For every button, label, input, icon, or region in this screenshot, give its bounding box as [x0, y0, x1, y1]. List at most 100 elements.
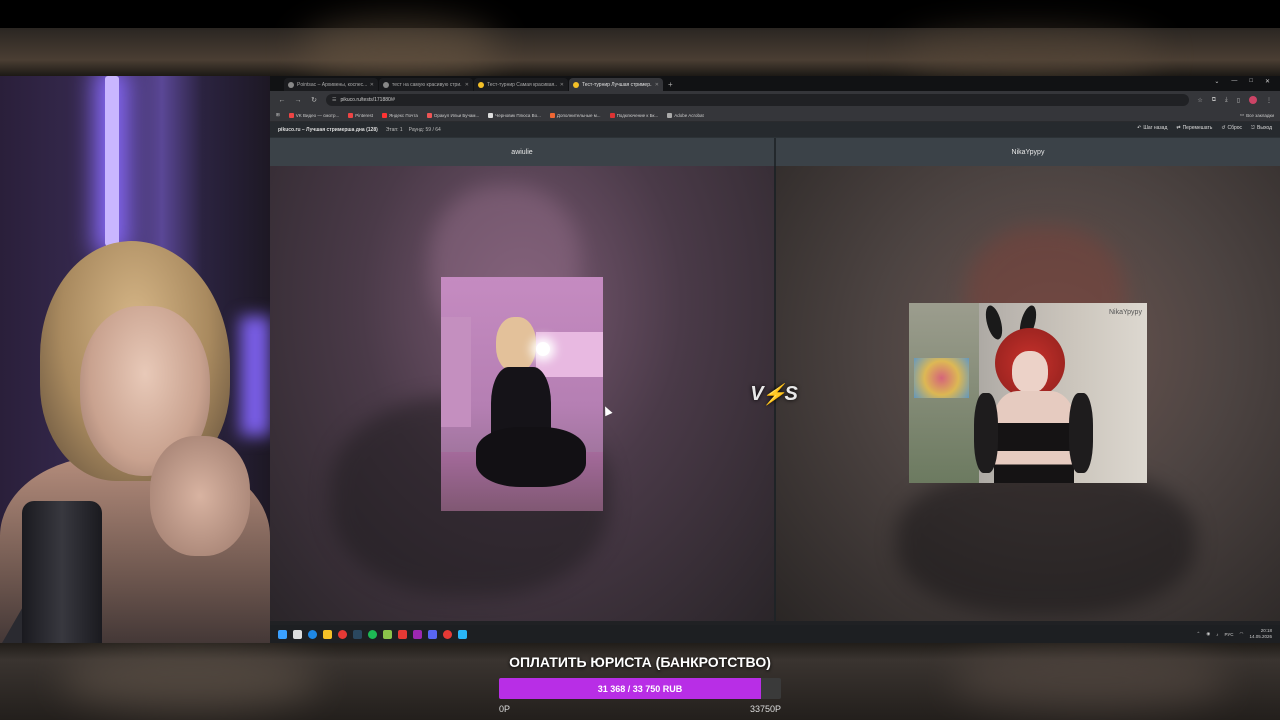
left-contestant-photo[interactable]: [441, 277, 603, 511]
edge-icon[interactable]: [308, 629, 317, 639]
left-choice-panel[interactable]: [270, 166, 776, 621]
tab-label: Тест-турнир Самая красивая...: [487, 81, 557, 88]
new-tab-button[interactable]: +: [668, 78, 673, 91]
close-icon[interactable]: ✕: [370, 82, 374, 88]
bookmark-item[interactable]: Оракул Ильи Бучам...: [426, 112, 480, 118]
exit-button[interactable]: ⎋ Выход: [1251, 125, 1272, 131]
mouse-cursor: [601, 404, 613, 417]
menu-icon[interactable]: ⋮: [1266, 97, 1272, 104]
network-icon[interactable]: ◉: [1206, 631, 1210, 637]
window-controls: ⌄ — □ ✕: [1214, 78, 1270, 85]
address-bar: ← → ↻ ☰ pikuco.ru/tests/171880/# ☆ ⧉ ⤓ ▯…: [270, 91, 1280, 109]
download-icon[interactable]: ⤓: [1225, 97, 1228, 104]
site-actions: ↶ Шаг назад ⇄ Перемешать ↺ Сброс ⎋ Выход: [1137, 125, 1272, 131]
bookmarks-bar: ⊞ VK Видео — смотр... Pinterest Яндекс П…: [270, 109, 1280, 122]
windows-start-icon[interactable]: [278, 629, 287, 639]
folder-icon[interactable]: [323, 629, 332, 639]
bookmark-item[interactable]: Adobe Acrobat: [667, 112, 704, 118]
minimize-icon[interactable]: —: [1231, 78, 1237, 85]
star-icon[interactable]: ☆: [1197, 97, 1202, 104]
spotify-icon[interactable]: [368, 629, 377, 639]
close-icon[interactable]: ✕: [560, 82, 564, 88]
close-icon[interactable]: ✕: [655, 82, 659, 88]
browser-window: Pointsac – Архивены, коспес... ✕ тест на …: [270, 76, 1280, 643]
led-light: [105, 76, 119, 246]
yandex-icon[interactable]: [443, 629, 452, 639]
system-tray: ⌃ ◉ ♪ РУС ◠ 20:18 14.05.2026: [1197, 628, 1272, 640]
vk-icon: [288, 112, 294, 118]
photo-watermark: NikaYpypy: [1109, 309, 1142, 316]
browser-tab[interactable]: тест на самую красивую стри... ✕: [379, 78, 473, 91]
webcam-feed: [0, 76, 270, 643]
bookmark-label: Оракул Ильи Бучам...: [433, 112, 480, 118]
maximize-icon[interactable]: □: [1249, 78, 1253, 85]
clock[interactable]: 20:18 14.05.2026: [1249, 628, 1272, 640]
donation-progress-text: 31 368 / 33 750 RUB: [597, 683, 683, 694]
close-icon[interactable]: ✕: [1265, 78, 1270, 85]
extensions-icon[interactable]: ⧉: [1212, 97, 1216, 104]
mail-icon: [382, 112, 388, 118]
shuffle-button[interactable]: ⇄ Перемешать: [1176, 125, 1212, 131]
exit-icon: ⎋: [1251, 125, 1256, 131]
sidebar-icon[interactable]: ▯: [1237, 97, 1240, 104]
site-info-icon[interactable]: ☰: [332, 97, 336, 103]
bookmark-item[interactable]: Дополнительные м...: [549, 112, 601, 118]
volume-icon[interactable]: ♪: [1216, 632, 1218, 637]
task-view-icon[interactable]: [293, 629, 302, 639]
person-arm: [1069, 393, 1093, 473]
discord-icon[interactable]: [428, 629, 437, 639]
bunny-ear: [982, 303, 1006, 342]
bookmark-item[interactable]: Черновик Плюса Во...: [488, 112, 541, 118]
connect-icon: [609, 112, 615, 118]
browser-tab[interactable]: Тест-турнир Самая красивая... ✕: [474, 78, 568, 91]
reset-label: Сброс: [1227, 125, 1243, 131]
all-bookmarks[interactable]: ▭ Все закладки: [1240, 112, 1274, 118]
bookmark-label: Яндекс Почта: [389, 112, 418, 118]
bookmark-label: Подключение к Бк...: [616, 112, 659, 118]
step-back-button[interactable]: ↶ Шаг назад: [1137, 125, 1167, 131]
bookmark-label: Adobe Acrobat: [674, 112, 704, 118]
back-arrow-icon[interactable]: ←: [278, 97, 286, 104]
oracle-icon: [426, 112, 432, 118]
avatar[interactable]: [1249, 96, 1257, 104]
right-contestant-photo[interactable]: NikaYpypy: [909, 303, 1147, 483]
close-icon[interactable]: ✕: [465, 82, 469, 88]
folder-icon: ▭: [1239, 112, 1245, 117]
reset-icon: ↺: [1221, 125, 1226, 131]
toolbar-right: ☆ ⧉ ⤓ ▯ ⋮: [1197, 96, 1272, 104]
tab-favicon-icon: [288, 81, 294, 88]
person-arm: [974, 393, 998, 473]
bookmark-item[interactable]: Подключение к Бк...: [609, 112, 659, 118]
url-field[interactable]: ☰ pikuco.ru/tests/171880/#: [326, 94, 1190, 106]
wifi-icon[interactable]: ◠: [1240, 631, 1244, 637]
round-counter: Раунд: 59 / 64: [408, 126, 441, 133]
steam-icon[interactable]: [353, 629, 362, 639]
chevron-down-icon[interactable]: ⌄: [1214, 78, 1219, 85]
chrome-icon[interactable]: [338, 629, 347, 639]
blurred-backdrop: [896, 466, 1196, 616]
contestant-names: awiulie NikaYpypy: [270, 137, 1280, 166]
donation-progress-bar: 31 368 / 33 750 RUB: [499, 678, 781, 699]
right-choice-panel[interactable]: NikaYpypy: [776, 166, 1280, 621]
bookmark-item[interactable]: Pinterest: [348, 112, 374, 118]
forward-arrow-icon[interactable]: →: [294, 97, 302, 104]
obs-icon[interactable]: [413, 629, 422, 639]
bookmark-label: Pinterest: [355, 112, 374, 118]
apps-icon[interactable]: ⊞: [276, 112, 280, 118]
undo-icon: ↶: [1137, 125, 1142, 131]
bookmark-item[interactable]: Яндекс Почта: [382, 112, 418, 118]
right-contestant-name[interactable]: NikaYpypy: [776, 138, 1280, 166]
browser-tab[interactable]: Pointsac – Архивены, коспес... ✕: [284, 78, 378, 91]
reset-button[interactable]: ↺ Сброс: [1221, 125, 1242, 131]
bookmark-item[interactable]: VK Видео — смотр...: [288, 112, 339, 118]
app-icon[interactable]: [383, 629, 392, 639]
left-contestant-name[interactable]: awiulie: [270, 138, 776, 166]
browser-tab-active[interactable]: Тест-турнир Лучшая стример... ✕: [569, 78, 663, 91]
telegram-icon[interactable]: [458, 629, 467, 639]
background-blur: [300, 20, 500, 80]
language-indicator[interactable]: РУС: [1225, 632, 1234, 637]
app-icon[interactable]: [398, 629, 407, 639]
reload-icon[interactable]: ↻: [310, 96, 318, 104]
chevron-up-icon[interactable]: ⌃: [1197, 631, 1201, 637]
exit-label: Выход: [1257, 125, 1272, 131]
